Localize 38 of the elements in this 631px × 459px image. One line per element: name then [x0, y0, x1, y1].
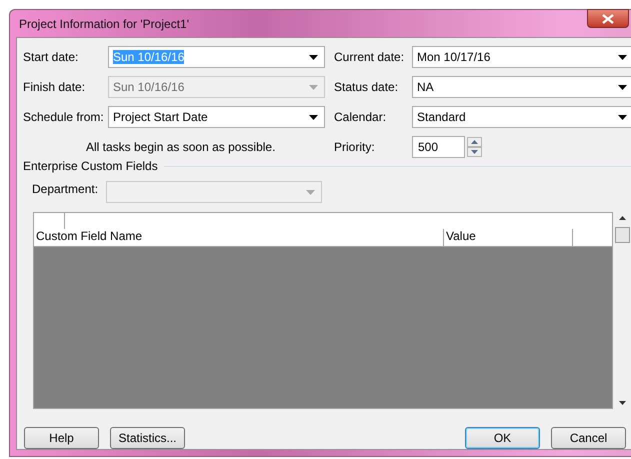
down-arrow-icon[interactable]: [618, 401, 626, 405]
caret-icon: [309, 84, 318, 90]
group-title: Enterprise Custom Fields: [23, 159, 158, 173]
dropdown-field[interactable]: Mon 10/17/16: [412, 46, 631, 68]
field-label: Status date:: [334, 80, 400, 94]
field-label: Calendar:: [334, 110, 388, 124]
dropdown-field[interactable]: NA: [412, 76, 631, 98]
scrollbar-thumb[interactable]: [614, 227, 630, 243]
dialog-button[interactable]: Help: [24, 427, 99, 449]
spin-down-button[interactable]: [467, 147, 482, 157]
down-arrow-icon: [471, 150, 478, 154]
column-header: Value: [444, 229, 573, 246]
up-arrow-icon: [471, 140, 478, 144]
field-label: Start date:: [23, 50, 80, 64]
caret-icon: [309, 54, 318, 60]
priority-field[interactable]: 500: [412, 136, 465, 158]
date-dropdown[interactable]: Project Start Date: [108, 106, 325, 128]
close-icon: [602, 14, 614, 24]
caret-icon: [306, 190, 315, 194]
caret-icon: [618, 54, 627, 60]
field-label: Schedule from:: [23, 110, 105, 124]
field-label: Priority:: [334, 140, 376, 154]
caret-icon: [618, 84, 627, 90]
window-title: Project Information for 'Project1': [19, 16, 189, 30]
field-label: Finish date:: [23, 80, 86, 94]
dropdown-field[interactable]: Standard: [412, 106, 631, 128]
up-arrow-icon[interactable]: [618, 216, 626, 220]
field-label: Current date:: [334, 50, 406, 64]
caret-icon: [618, 114, 627, 120]
schedule-note: All tasks begin as soon as possible.: [86, 140, 276, 154]
spin-up-button[interactable]: [467, 137, 482, 147]
dialog-button[interactable]: Cancel: [551, 427, 626, 449]
dialog-button[interactable]: Statistics...: [110, 427, 185, 449]
caret-icon: [309, 114, 318, 120]
close-button[interactable]: [587, 9, 629, 28]
dialog-button[interactable]: OK: [465, 427, 540, 449]
field-label: Department:: [32, 182, 100, 196]
column-header: Custom Field Name: [34, 229, 444, 246]
